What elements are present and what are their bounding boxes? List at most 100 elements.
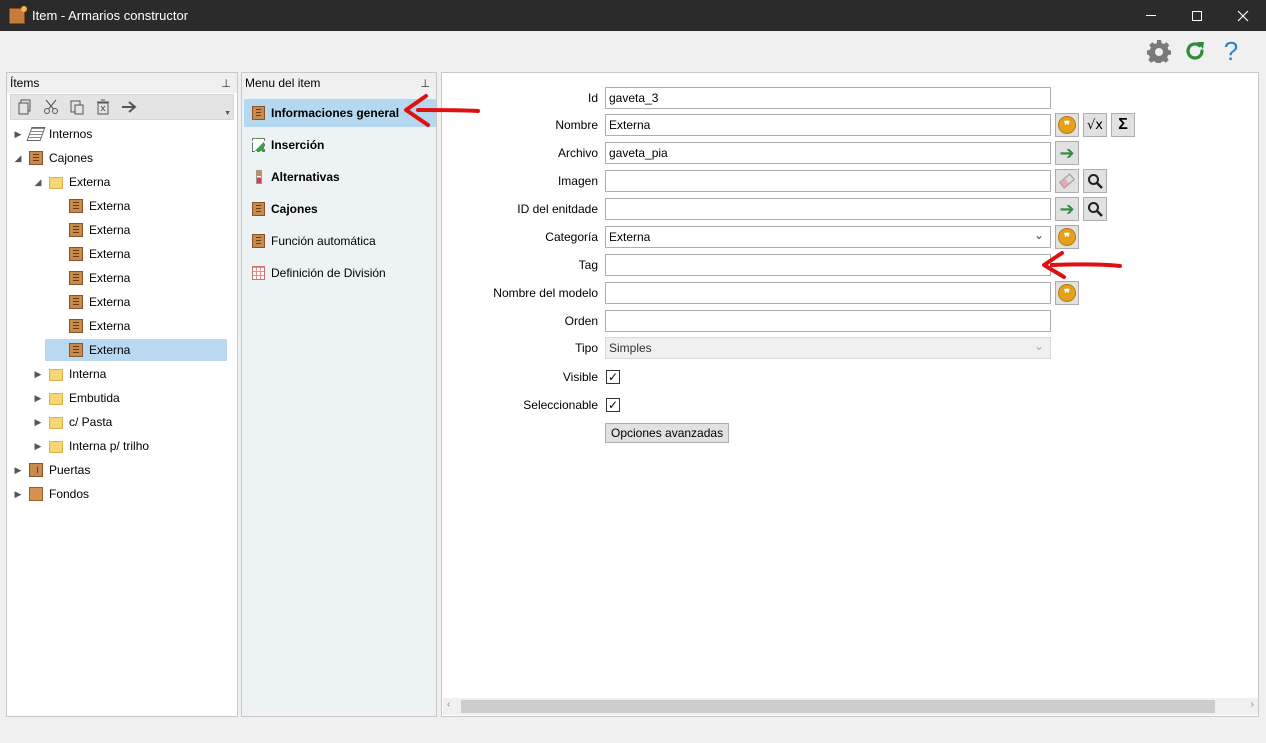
cabinet-icon — [252, 106, 265, 120]
tree-item[interactable]: Externa — [53, 267, 235, 289]
tree-item[interactable]: ◢ Externa — [33, 171, 235, 193]
menu-panel-header: Menu del item ⊥ — [242, 73, 436, 93]
form-row-tipo: Tipo Simples — [442, 336, 1258, 360]
nombre-modelo-translate-button[interactable]: ❞ — [1055, 281, 1079, 305]
refresh-button[interactable] — [1182, 38, 1208, 64]
expand-toggle-icon[interactable]: ▶ — [13, 129, 23, 140]
nombre-formula-button[interactable]: √x — [1083, 113, 1107, 137]
expand-toggle-icon[interactable]: ◢ — [33, 177, 43, 188]
tree-item[interactable]: Externa — [53, 291, 235, 313]
menu-item[interactable]: Alternativas — [244, 163, 436, 191]
categoria-select[interactable]: Externa — [605, 226, 1051, 248]
trash-icon — [97, 99, 109, 115]
menu-item[interactable]: Informaciones general — [244, 99, 436, 127]
nombre-modelo-input[interactable] — [605, 282, 1051, 304]
tree-item-label: Externa — [89, 343, 131, 357]
nombre-modelo-label: Nombre del modelo — [493, 286, 598, 300]
tree-item[interactable]: ▶ Interna — [33, 363, 235, 385]
scroll-left-icon[interactable]: ‹ — [447, 699, 450, 710]
settings-button[interactable] — [1146, 38, 1172, 64]
menu-item[interactable]: Definición de División — [244, 259, 436, 287]
nombre-label: Nombre — [555, 118, 598, 132]
folder-icon — [49, 393, 63, 405]
id-entidad-search-button[interactable] — [1083, 197, 1107, 221]
toolbar-overflow-icon[interactable]: ▼ — [224, 110, 231, 117]
tree-item[interactable]: ▶ Internos — [13, 123, 235, 145]
tree-item[interactable]: ▶ Puertas — [13, 459, 235, 481]
maximize-icon — [1192, 10, 1202, 21]
title-bar: Item - Armarios constructor — [0, 0, 1266, 31]
copy-button[interactable] — [15, 97, 35, 117]
visible-checkbox[interactable]: ✓ — [606, 370, 620, 384]
tree-item[interactable]: ◢ Cajones — [13, 147, 235, 169]
categoria-translate-button[interactable]: ❞ — [1055, 225, 1079, 249]
copy-icon — [18, 99, 31, 115]
minimize-icon — [1146, 15, 1156, 16]
cut-button[interactable] — [41, 97, 61, 117]
expand-toggle-icon[interactable]: ◢ — [13, 153, 23, 164]
minimize-button[interactable] — [1128, 0, 1174, 31]
tree-item-label: Embutida — [69, 391, 120, 405]
id-input[interactable]: gaveta_3 — [605, 87, 1051, 109]
archivo-input[interactable]: gaveta_pia — [605, 142, 1051, 164]
tree-item[interactable]: ▶ c/ Pasta — [33, 411, 235, 433]
items-panel-header: Ítems ⊥ — [7, 73, 237, 93]
id-entidad-go-button[interactable]: ➔ — [1055, 197, 1079, 221]
tree-item[interactable]: Externa — [45, 339, 227, 361]
tree-item[interactable]: Externa — [53, 219, 235, 241]
tree-item-label: Fondos — [49, 487, 90, 501]
tree-item[interactable]: ▶ Embutida — [33, 387, 235, 409]
form-row-nombre: Nombre Externa ❞ √x Σ — [442, 113, 1258, 137]
paste-button[interactable] — [67, 97, 87, 117]
close-button[interactable] — [1220, 0, 1266, 31]
folder-icon — [49, 417, 63, 429]
archivo-go-button[interactable]: ➔ — [1055, 141, 1079, 165]
menu-item[interactable]: Función automática — [244, 227, 436, 255]
imagen-clear-button[interactable] — [1055, 169, 1079, 193]
green-arrow-icon: ➔ — [1059, 142, 1075, 163]
nombre-translate-button[interactable]: ❞ — [1055, 113, 1079, 137]
tree-item[interactable]: ▶ Fondos — [13, 483, 235, 505]
folder-icon — [49, 369, 63, 381]
nombre-input[interactable]: Externa — [605, 114, 1051, 136]
expand-toggle-icon[interactable]: ▶ — [33, 393, 43, 404]
imagen-input[interactable] — [605, 170, 1051, 192]
tree-item-label: Externa — [89, 319, 131, 333]
horizontal-scrollbar[interactable]: ‹ › — [443, 698, 1258, 715]
advanced-options-button[interactable]: Opciones avanzadas — [605, 423, 730, 443]
delete-button[interactable] — [93, 97, 113, 117]
tree-item[interactable]: Externa — [53, 195, 235, 217]
imagen-search-button[interactable] — [1083, 169, 1107, 193]
scrollbar-thumb[interactable] — [461, 700, 1215, 713]
pin-icon[interactable]: ⊥ — [420, 77, 430, 90]
maximize-button[interactable] — [1174, 0, 1220, 31]
expand-toggle-icon[interactable]: ▶ — [33, 441, 43, 452]
tree-item[interactable]: ▶ Interna p/ trilho — [33, 435, 235, 457]
help-button[interactable]: ? — [1218, 38, 1244, 64]
menu-item[interactable]: Inserción — [244, 131, 436, 159]
expand-toggle-icon[interactable]: ▶ — [13, 489, 23, 500]
orden-input[interactable] — [605, 310, 1051, 332]
top-toolbar: ? — [1146, 38, 1244, 64]
cabinet-icon — [69, 223, 83, 237]
nombre-sum-button[interactable]: Σ — [1111, 113, 1135, 137]
tree-item[interactable]: Externa — [53, 243, 235, 265]
tree-item-label: Externa — [69, 175, 111, 189]
menu-item[interactable]: Cajones — [244, 195, 436, 223]
tag-input[interactable] — [605, 254, 1051, 276]
scroll-right-icon[interactable]: › — [1251, 699, 1254, 710]
expand-toggle-icon[interactable]: ▶ — [33, 417, 43, 428]
menu-item-label: Cajones — [271, 202, 318, 216]
expand-toggle-icon[interactable]: ▶ — [33, 369, 43, 380]
cabinet-icon — [29, 151, 43, 165]
pin-icon[interactable]: ⊥ — [221, 77, 231, 90]
tree-item[interactable]: Externa — [53, 315, 235, 337]
move-button[interactable] — [119, 97, 139, 117]
id-entidad-input[interactable] — [605, 198, 1051, 220]
svg-text:?: ? — [1224, 38, 1238, 64]
expand-toggle-icon[interactable]: ▶ — [13, 465, 23, 476]
items-panel-title: Ítems — [10, 76, 40, 90]
menu-item-label: Alternativas — [271, 170, 340, 184]
seleccionable-checkbox[interactable]: ✓ — [606, 398, 620, 412]
green-arrow-icon: ➔ — [1059, 198, 1075, 219]
